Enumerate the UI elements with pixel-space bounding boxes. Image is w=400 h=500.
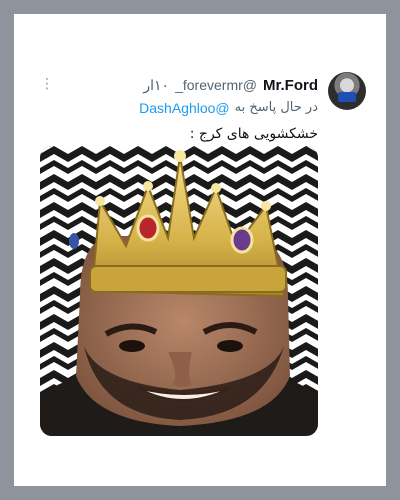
sapphire-gem bbox=[69, 233, 79, 249]
amethyst-gem bbox=[230, 226, 254, 254]
crown-tip-3 bbox=[174, 150, 186, 162]
crown-band bbox=[89, 265, 287, 293]
avatar-logo-mark bbox=[338, 92, 356, 102]
tweet-card: Mr.Ford @forevermr_ ۱۰ار ⋮ در حال پاسخ ب… bbox=[14, 14, 386, 486]
tweet-media-image[interactable] bbox=[40, 146, 318, 436]
reply-prefix: در حال پاسخ به bbox=[234, 100, 318, 115]
left-eye bbox=[119, 340, 145, 352]
avatar[interactable] bbox=[328, 72, 366, 110]
right-eye bbox=[217, 340, 243, 352]
reply-context: در حال پاسخ به @DashAghloo bbox=[38, 100, 318, 116]
meme-photo bbox=[40, 146, 318, 436]
crown-tip-5 bbox=[261, 201, 271, 211]
more-options-icon[interactable]: ⋮ bbox=[40, 74, 54, 94]
user-handle[interactable]: @forevermr_ bbox=[175, 77, 257, 93]
ruby-gem bbox=[136, 214, 160, 242]
tweet-header: Mr.Ford @forevermr_ ۱۰ار bbox=[38, 74, 318, 96]
display-name[interactable]: Mr.Ford bbox=[263, 77, 318, 94]
tweet-text: خشکشویی های کرج : bbox=[189, 126, 318, 142]
crown-tip-4 bbox=[211, 183, 221, 193]
reply-mention-link[interactable]: @DashAghloo bbox=[139, 100, 230, 116]
crown-tip-1 bbox=[95, 196, 105, 206]
tweet-time[interactable]: ۱۰ار bbox=[143, 77, 169, 94]
crown-tip-2 bbox=[143, 181, 153, 191]
